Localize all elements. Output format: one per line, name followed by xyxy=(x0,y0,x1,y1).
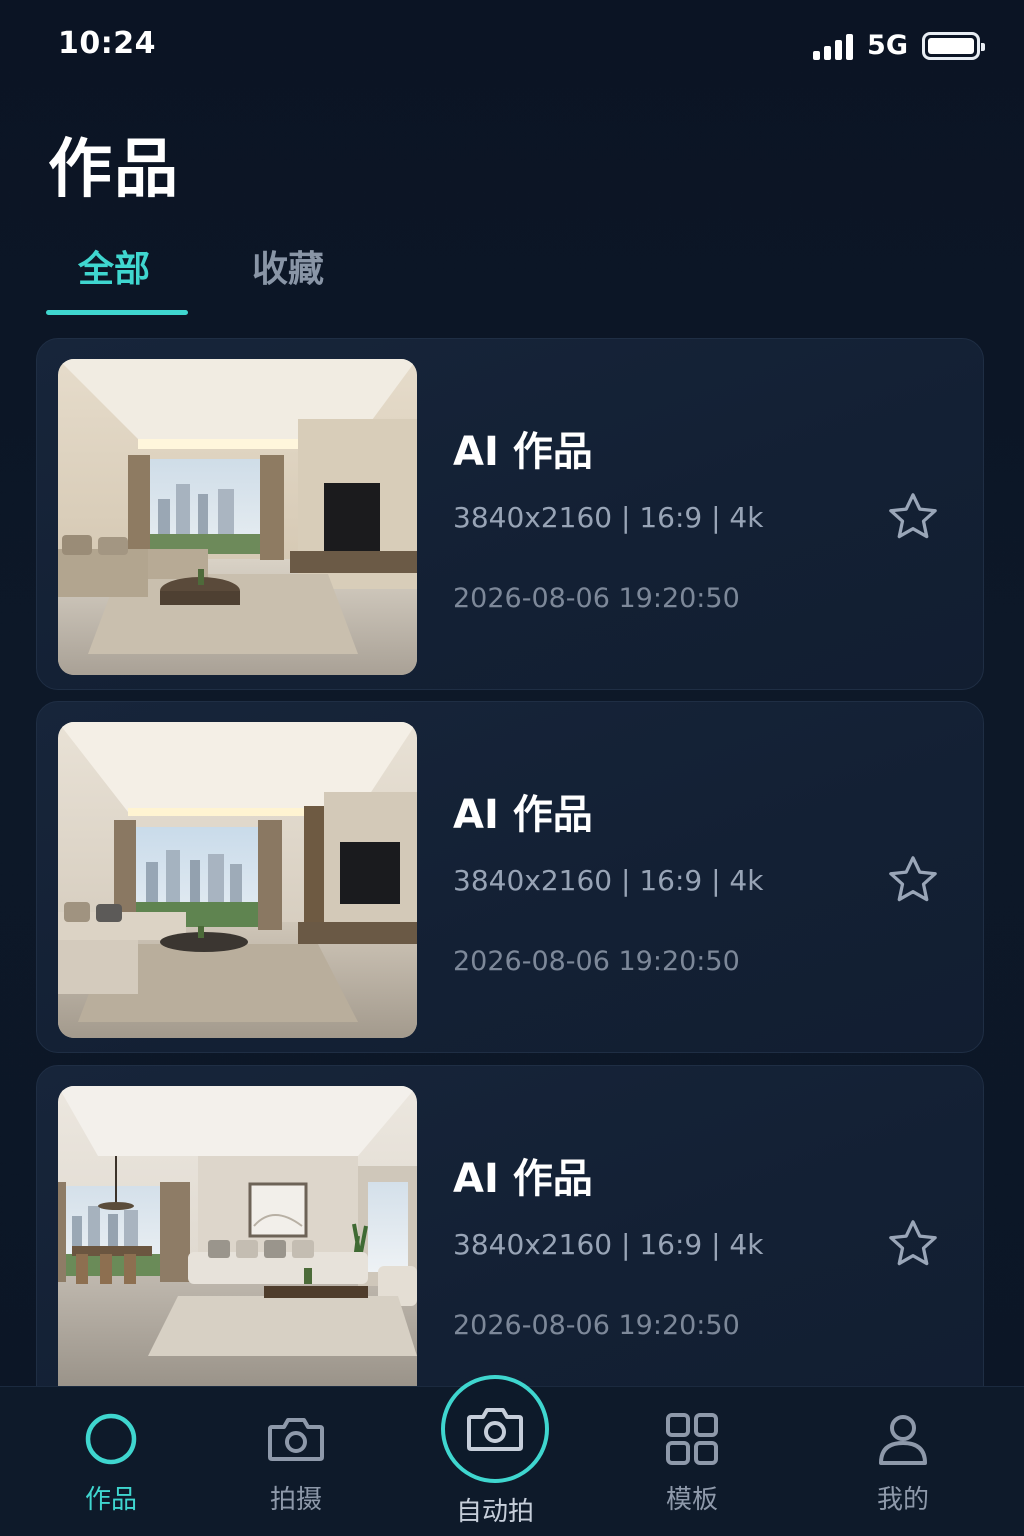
status-bar: 10:24 5G xyxy=(0,0,1024,92)
nav-label-works: 作品 xyxy=(84,1485,137,1515)
work-thumbnail[interactable] xyxy=(58,722,417,1038)
star-icon[interactable] xyxy=(885,852,941,908)
tab-bar: 全部 收藏 xyxy=(46,232,446,322)
signal-icon xyxy=(813,32,854,60)
network-type: 5G xyxy=(867,30,908,61)
work-title: AI 作品 xyxy=(453,1156,593,1202)
camera-icon xyxy=(268,1418,324,1461)
nav-label-shoot: 拍摄 xyxy=(269,1485,322,1515)
nav-label-auto-shoot: 自动拍 xyxy=(455,1497,534,1527)
work-date: 2026-08-06 19:20:50 xyxy=(453,1310,740,1341)
work-title: AI 作品 xyxy=(453,792,593,838)
work-specs: 3840x2160 | 16:9 | 4k xyxy=(453,864,764,897)
status-indicators: 5G xyxy=(813,30,985,61)
bottom-nav: 作品 拍摄 自动拍 模板 我的 xyxy=(0,1375,1024,1536)
nav-item-works[interactable]: 作品 xyxy=(31,1387,191,1536)
work-specs: 3840x2160 | 16:9 | 4k xyxy=(453,501,764,534)
work-title: AI 作品 xyxy=(453,429,593,475)
tab-favorites[interactable]: 收藏 xyxy=(252,240,324,292)
page-title: 作品 xyxy=(48,133,180,207)
work-thumbnail[interactable] xyxy=(58,1086,417,1402)
list-item[interactable]: AI 作品 3840x2160 | 16:9 | 4k 2026-08-06 1… xyxy=(36,1065,984,1417)
star-icon[interactable] xyxy=(885,489,941,545)
circle-icon xyxy=(85,1413,137,1465)
nav-item-templates[interactable]: 模板 xyxy=(612,1387,772,1536)
list-item[interactable]: AI 作品 3840x2160 | 16:9 | 4k 2026-08-06 1… xyxy=(36,701,984,1053)
camera-icon xyxy=(467,1408,523,1451)
list-item[interactable]: AI 作品 3840x2160 | 16:9 | 4k 2026-08-06 1… xyxy=(36,338,984,690)
tab-all[interactable]: 全部 xyxy=(78,240,150,292)
user-icon xyxy=(879,1415,927,1465)
nav-item-profile[interactable]: 我的 xyxy=(823,1387,983,1536)
work-thumbnail[interactable] xyxy=(58,359,417,675)
nav-label-templates: 模板 xyxy=(665,1485,718,1515)
status-time: 10:24 xyxy=(58,26,156,61)
work-specs: 3840x2160 | 16:9 | 4k xyxy=(453,1228,764,1261)
work-date: 2026-08-06 19:20:50 xyxy=(453,946,740,977)
grid-icon xyxy=(666,1413,718,1465)
star-icon[interactable] xyxy=(885,1216,941,1272)
work-date: 2026-08-06 19:20:50 xyxy=(453,583,740,614)
nav-item-auto-shoot[interactable]: 自动拍 xyxy=(415,1375,575,1536)
nav-item-shoot[interactable]: 拍摄 xyxy=(216,1387,376,1536)
nav-label-profile: 我的 xyxy=(876,1485,929,1515)
active-tab-indicator xyxy=(46,310,188,315)
battery-icon xyxy=(922,31,985,60)
